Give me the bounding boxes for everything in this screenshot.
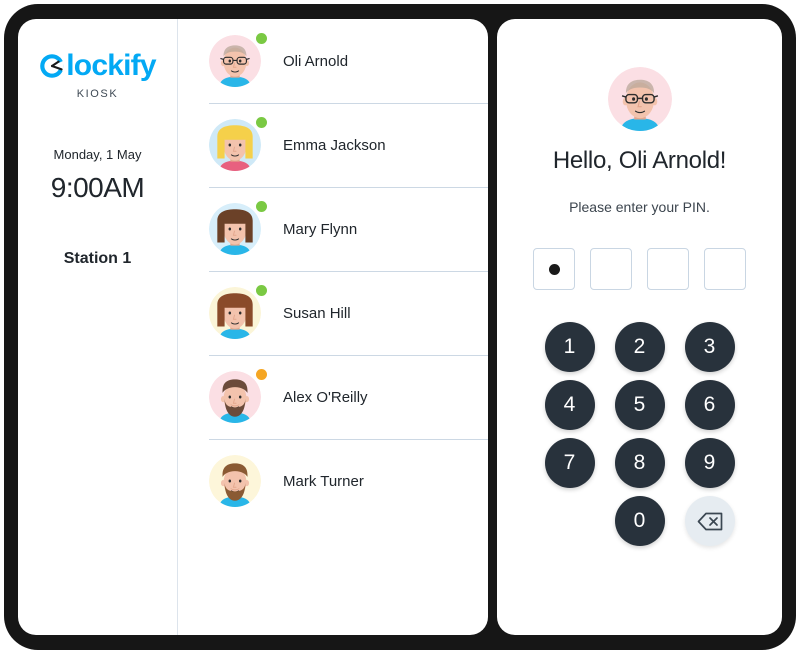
user-list-item[interactable]: Mary Flynn	[179, 187, 488, 271]
avatar	[209, 455, 261, 507]
user-name-label: Emma Jackson	[283, 136, 386, 154]
pin-digit-box[interactable]	[533, 248, 575, 290]
user-list-item[interactable]: Alex O'Reilly	[179, 355, 488, 439]
station-name: Station 1	[63, 250, 132, 267]
user-list-item[interactable]: Emma Jackson	[179, 103, 488, 187]
greeting-heading: Hello, Oli Arnold!	[552, 147, 727, 174]
avatar-image	[209, 119, 261, 171]
pin-keypad: 123 456 7890	[497, 322, 782, 546]
status-dot-online	[256, 285, 267, 296]
pin-prompt-text: Please enter your PIN.	[569, 199, 710, 215]
status-dot-online	[256, 117, 267, 128]
clockify-logo: lockify	[18, 51, 177, 81]
kiosk-pin-screen: Hello, Oli Arnold! Please enter your PIN…	[497, 19, 782, 635]
kiosk-user-select-screen: lockify KIOSK Monday, 1 May 9:00AM Stati…	[18, 19, 488, 635]
avatar-image	[209, 287, 261, 339]
keypad-key-0[interactable]: 0	[614, 496, 665, 546]
keypad-key-3[interactable]: 3	[684, 322, 735, 372]
user-name-label: Oli Arnold	[283, 52, 349, 70]
user-list-item[interactable]: Oli Arnold	[179, 19, 488, 103]
avatar-image	[209, 203, 261, 255]
pin-entry-panel: Hello, Oli Arnold! Please enter your PIN…	[497, 19, 782, 635]
current-date: Monday, 1 May	[53, 147, 142, 162]
status-dot-online	[256, 33, 267, 44]
pin-filled-dot	[548, 263, 560, 275]
user-name-label: Mary Flynn	[283, 220, 358, 238]
kiosk-sublabel: KIOSK	[76, 88, 119, 100]
avatar-image	[209, 35, 261, 87]
pin-digit-box[interactable]	[590, 248, 632, 290]
user-list-item[interactable]: Mark Turner	[179, 439, 488, 523]
user-name-label: Susan Hill	[283, 304, 351, 322]
keypad-spacer	[545, 496, 595, 546]
avatar	[209, 369, 267, 423]
keypad-key-7[interactable]: 7	[544, 438, 595, 488]
pin-digit-box[interactable]	[647, 248, 689, 290]
status-dot-online	[256, 201, 267, 212]
logo-wordmark: lockify	[66, 49, 156, 82]
keypad-key-8[interactable]: 8	[614, 438, 665, 488]
avatar	[209, 33, 267, 87]
user-list: Oli Arnold Emma Jackson Mary Flynn Susan…	[179, 19, 488, 635]
avatar	[209, 201, 267, 255]
avatar	[209, 117, 267, 171]
pin-input-group[interactable]	[497, 248, 782, 290]
sidebar: lockify KIOSK Monday, 1 May 9:00AM Stati…	[18, 19, 178, 635]
keypad-key-1[interactable]: 1	[544, 322, 595, 372]
avatar-image	[209, 371, 261, 423]
user-name-label: Mark Turner	[283, 472, 364, 490]
user-name-label: Alex O'Reilly	[283, 388, 368, 406]
keypad-key-6[interactable]: 6	[684, 380, 735, 430]
current-time: 9:00AM	[50, 172, 145, 203]
pin-digit-box[interactable]	[704, 248, 746, 290]
backspace-icon[interactable]	[684, 496, 735, 546]
avatar-image	[209, 455, 261, 507]
clock-icon	[40, 54, 65, 78]
status-dot-away	[256, 369, 267, 380]
avatar	[209, 285, 267, 339]
keypad-key-2[interactable]: 2	[614, 322, 665, 372]
keypad-key-9[interactable]: 9	[684, 438, 735, 488]
keypad-key-4[interactable]: 4	[544, 380, 595, 430]
user-list-item[interactable]: Susan Hill	[179, 271, 488, 355]
keypad-key-5[interactable]: 5	[614, 380, 665, 430]
selected-user-avatar	[607, 67, 672, 131]
